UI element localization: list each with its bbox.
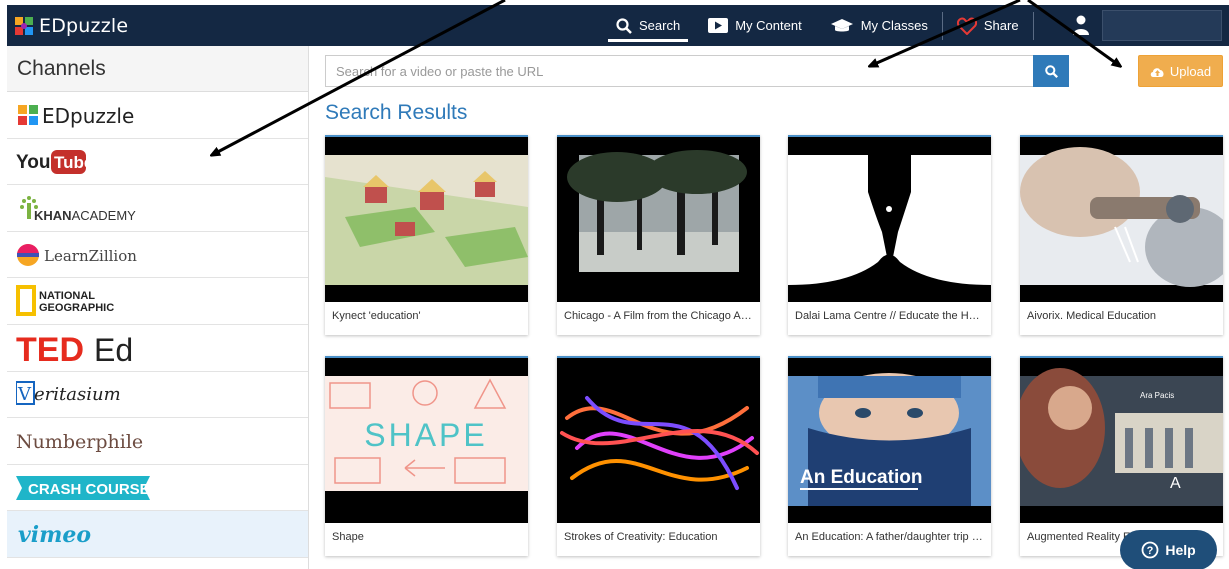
svg-text:vimeo: vimeo <box>18 522 91 548</box>
ted-ed-logo: TED Ed <box>16 331 133 365</box>
search-icon <box>1044 64 1058 78</box>
video-title[interactable]: An Education: A father/daughter trip acr… <box>788 523 991 551</box>
channel-crash-course[interactable]: CRASH COURSE <box>7 465 308 512</box>
video-thumbnail[interactable] <box>325 137 528 302</box>
video-card[interactable]: Dalai Lama Centre // Educate the Heart <box>788 135 991 335</box>
edpuzzle-channel-label: EDpuzzle <box>42 104 134 128</box>
thumbnail-ara-text: Ara Pacis <box>1140 391 1174 400</box>
video-title[interactable]: Strokes of Creativity: Education <box>557 523 760 551</box>
upload-button[interactable]: Upload <box>1138 55 1223 87</box>
search-bar <box>325 55 1069 87</box>
video-thumbnail[interactable] <box>1020 137 1223 302</box>
learnzillion-logo: LearnZillion <box>17 243 137 266</box>
svg-text:CRASH COURSE: CRASH COURSE <box>28 481 150 498</box>
puzzle-icon <box>15 16 33 35</box>
video-thumbnail[interactable]: Ara Pacis A <box>1020 358 1223 523</box>
svg-text:Ed: Ed <box>94 332 133 365</box>
main-content: Upload Search Results Kynect 'education' <box>310 46 1229 569</box>
nav-divider <box>1032 11 1034 40</box>
user-icon[interactable] <box>1073 15 1089 35</box>
channel-learnzillion[interactable]: LearnZillion <box>7 232 308 279</box>
heart-icon <box>956 17 977 35</box>
svg-text:TED: TED <box>16 331 84 365</box>
question-circle-icon: ? <box>1141 541 1159 559</box>
svg-text:Numberphile: Numberphile <box>16 431 143 453</box>
channel-national-geographic[interactable]: NATIONAL GEOGRAPHIC <box>7 278 308 325</box>
search-button[interactable] <box>1033 55 1069 87</box>
channel-youtube[interactable]: You Tube <box>7 139 308 186</box>
edpuzzle-channel-logo: EDpuzzle <box>18 104 134 128</box>
veritasium-logo: V eritasium <box>16 381 121 406</box>
numberphile-logo: Numberphile <box>16 431 143 453</box>
nav-my-content-label: My Content <box>735 18 802 33</box>
channel-numberphile[interactable]: Numberphile <box>7 418 308 465</box>
nav-my-classes[interactable]: My Classes <box>816 5 942 46</box>
svg-text:LearnZillion: LearnZillion <box>44 247 137 265</box>
search-input[interactable] <box>325 55 1033 87</box>
crash-course-logo: CRASH COURSE <box>16 475 150 500</box>
khan-academy-logo: KHANACADEMY <box>20 195 136 223</box>
video-card[interactable]: Kynect 'education' <box>325 135 528 335</box>
video-thumbnail[interactable]: An Education <box>788 358 991 523</box>
video-title[interactable]: Dalai Lama Centre // Educate the Heart <box>788 302 991 330</box>
user-menu[interactable] <box>1102 10 1222 41</box>
top-navbar: EDpuzzle Search My Content My Classes Sh… <box>7 5 1229 46</box>
channel-khan-academy[interactable]: KHANACADEMY <box>7 185 308 232</box>
video-card[interactable]: SHAPE Shape <box>325 356 528 556</box>
youtube-logo: You Tube <box>16 150 93 175</box>
cloud-upload-icon <box>1150 67 1164 77</box>
channels-title: Channels <box>7 46 308 92</box>
nav-my-classes-label: My Classes <box>860 18 928 33</box>
help-button[interactable]: ? Help <box>1120 530 1217 569</box>
nav-search-label: Search <box>639 18 681 33</box>
channels-sidebar: Channels EDpuzzle You Tube KHANACADEMY L… <box>7 46 309 569</box>
video-thumbnail[interactable] <box>557 137 760 302</box>
channel-edpuzzle[interactable]: EDpuzzle <box>7 92 308 139</box>
svg-text:V: V <box>17 384 32 405</box>
svg-text:KHANACADEMY: KHANACADEMY <box>34 208 136 223</box>
video-card[interactable]: Ara Pacis A Augmented Reality Education <box>1020 356 1223 556</box>
graduation-cap-icon <box>830 18 853 31</box>
svg-text:NATIONAL: NATIONAL <box>39 290 95 302</box>
upload-label: Upload <box>1169 63 1212 79</box>
video-thumbnail[interactable] <box>788 137 991 302</box>
vimeo-logo: vimeo <box>18 522 91 548</box>
nav-search[interactable]: Search <box>602 5 694 46</box>
channel-vimeo[interactable]: vimeo <box>7 511 308 558</box>
video-card[interactable]: Chicago - A Film from the Chicago Archit… <box>557 135 760 335</box>
svg-text:Tube: Tube <box>54 153 93 172</box>
svg-text:A: A <box>1170 475 1181 492</box>
svg-text:eritasium: eritasium <box>34 384 121 405</box>
search-results-title: Search Results <box>325 101 468 124</box>
video-title[interactable]: Kynect 'education' <box>325 302 528 330</box>
video-thumbnail[interactable]: SHAPE <box>325 358 528 523</box>
video-card[interactable]: Strokes of Creativity: Education <box>557 356 760 556</box>
thumbnail-shape-text: SHAPE <box>364 417 487 453</box>
svg-text:You: You <box>16 152 50 173</box>
video-thumbnail[interactable] <box>557 358 760 523</box>
video-title[interactable]: Shape <box>325 523 528 551</box>
national-geographic-logo: NATIONAL GEOGRAPHIC <box>16 285 114 317</box>
help-label: Help <box>1165 542 1196 558</box>
edpuzzle-logo[interactable]: EDpuzzle <box>13 15 128 37</box>
nav-share-label: Share <box>983 18 1019 33</box>
svg-text:?: ? <box>1147 545 1154 557</box>
svg-text:GEOGRAPHIC: GEOGRAPHIC <box>39 302 114 314</box>
nav-share[interactable]: Share <box>943 5 1033 46</box>
logo-text: EDpuzzle <box>39 14 129 37</box>
video-card[interactable]: Aivorix. Medical Education <box>1020 135 1223 335</box>
play-icon <box>708 18 729 33</box>
channel-ted-ed[interactable]: TED Ed <box>7 325 308 372</box>
video-title[interactable]: Chicago - A Film from the Chicago Archit… <box>557 302 760 330</box>
thumbnail-education-text: An Education <box>800 467 922 488</box>
video-card[interactable]: An Education An Education: A father/daug… <box>788 356 991 556</box>
nav-my-content[interactable]: My Content <box>694 5 815 46</box>
main-nav: Search My Content My Classes Share <box>602 5 1034 46</box>
search-icon <box>616 17 632 34</box>
channel-veritasium[interactable]: V eritasium <box>7 372 308 419</box>
video-title[interactable]: Aivorix. Medical Education <box>1020 302 1223 330</box>
